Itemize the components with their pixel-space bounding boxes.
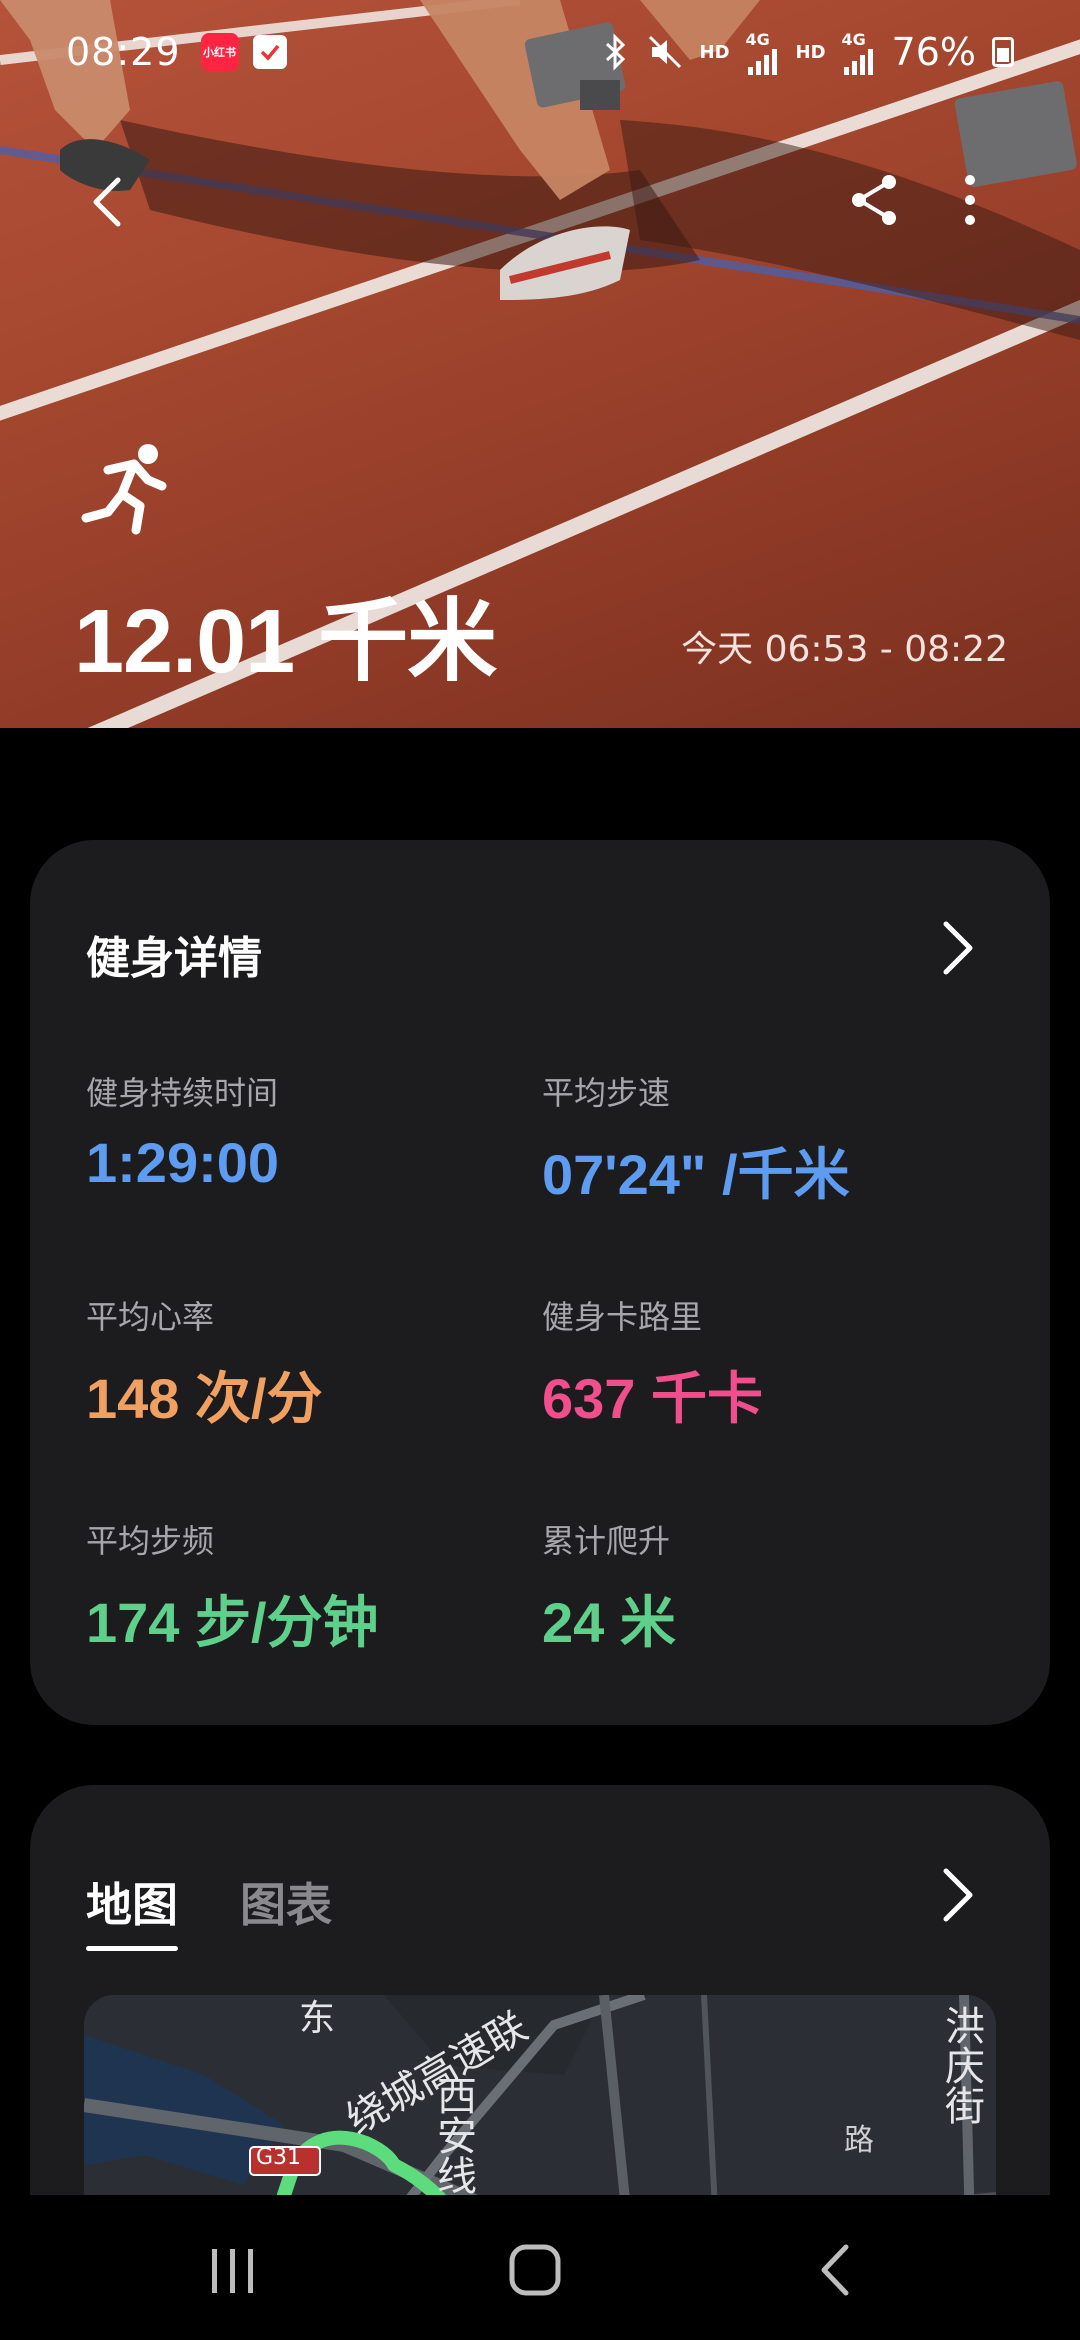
app-badge-label: 小红书: [203, 46, 237, 59]
home-button[interactable]: [500, 2235, 570, 2305]
network-label-1: 4G: [745, 29, 770, 49]
metric-duration: 健身持续时间 1:29:00: [86, 1068, 279, 1195]
signal-icon-2: [843, 48, 873, 75]
back-button[interactable]: [80, 172, 140, 232]
metric-label: 平均步速: [542, 1074, 671, 1112]
checkbox-notification-icon: [252, 35, 287, 69]
tab-active-indicator: [86, 1946, 178, 1951]
map-label-street: 洪庆街: [938, 2005, 984, 2125]
metric-value: 174 步/分钟: [86, 1591, 379, 1654]
recent-apps-button[interactable]: [198, 2235, 268, 2305]
map-label-xian-line: 西安线: [430, 2075, 476, 2195]
battery-icon: [992, 37, 1014, 67]
map-label-top-fragment: 东: [299, 1998, 336, 2039]
tab-chart-label: 图表: [240, 1878, 332, 1932]
hero-banner: 08:29 小红书 HD 4G HD 4G 76% 12.01 千米 今天 06…: [0, 0, 1080, 728]
map-label-road-bottom: 路: [844, 2123, 874, 2158]
metric-value: 637 千卡: [542, 1367, 763, 1430]
share-button[interactable]: [845, 170, 905, 230]
tab-map[interactable]: 地图: [86, 1869, 178, 1951]
more-options-button[interactable]: [940, 170, 1000, 230]
network-label-2: 4G: [841, 29, 866, 49]
signal-icon-1: [747, 48, 777, 75]
metric-avg-cadence: 平均步频 174 步/分钟: [86, 1516, 379, 1659]
workout-details-card[interactable]: 健身详情 健身持续时间 1:29:00 平均步速 07'24" /千米 平均心率…: [30, 840, 1050, 1725]
status-time: 08:29: [66, 30, 181, 74]
top-navigation: [0, 160, 1080, 240]
chevron-right-icon[interactable]: [926, 1865, 986, 1925]
xiaohongshu-app-icon: 小红书: [200, 33, 239, 71]
hd-label-1: HD: [699, 41, 730, 63]
metric-value: 148 次/分: [86, 1367, 323, 1430]
metric-value: 1:29:00: [86, 1131, 280, 1194]
tab-chart[interactable]: 图表: [240, 1869, 332, 1935]
back-nav-button[interactable]: [802, 2235, 872, 2305]
metric-calories: 健身卡路里 637 千卡: [542, 1292, 763, 1435]
metric-label: 平均心率: [86, 1298, 215, 1336]
metric-label: 健身持续时间: [86, 1074, 279, 1112]
more-vertical-icon: [965, 175, 975, 225]
share-icon: [852, 175, 896, 225]
metric-avg-heart-rate: 平均心率 148 次/分: [86, 1292, 323, 1435]
metric-label: 健身卡路里: [542, 1298, 703, 1336]
system-navigation-bar: [0, 2195, 1080, 2340]
metric-label: 平均步频: [86, 1522, 215, 1560]
status-bar: 08:29 小红书 HD 4G HD 4G 76%: [0, 0, 1080, 104]
tab-map-label: 地图: [86, 1878, 178, 1932]
total-distance: 12.01 千米: [74, 592, 497, 692]
details-card-title: 健身详情: [86, 933, 262, 984]
workout-time-range: 今天 06:53 - 08:22: [681, 629, 1008, 670]
hd-label-2: HD: [795, 41, 826, 63]
mute-icon: [648, 35, 681, 69]
metric-value: 24 米: [542, 1591, 676, 1654]
chevron-right-icon[interactable]: [926, 918, 986, 978]
bluetooth-icon: [605, 33, 625, 71]
running-person-icon: [81, 444, 167, 535]
metric-elevation-gain: 累计爬升 24 米: [542, 1516, 676, 1659]
battery-percent: 76%: [891, 30, 976, 74]
map-road-code: G31: [256, 2145, 302, 2170]
chevron-left-icon: [93, 177, 121, 227]
metric-value: 07'24" /千米: [542, 1143, 850, 1206]
metric-avg-pace: 平均步速 07'24" /千米: [542, 1068, 850, 1211]
metric-label: 累计爬升: [542, 1522, 671, 1560]
